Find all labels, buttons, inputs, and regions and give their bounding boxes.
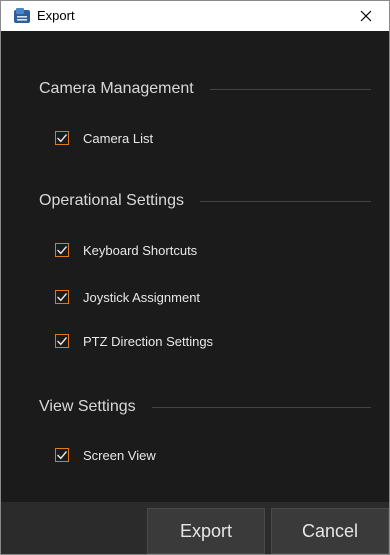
title-bar[interactable]: Export — [1, 1, 389, 31]
section-divider — [199, 200, 371, 202]
section-operational-settings: Operational Settings — [39, 190, 371, 212]
checkbox[interactable] — [55, 243, 69, 257]
checkbox[interactable] — [55, 131, 69, 145]
checkbox[interactable] — [55, 448, 69, 462]
close-button[interactable] — [343, 1, 389, 31]
checkbox-label: Keyboard Shortcuts — [83, 242, 198, 258]
close-icon — [360, 10, 372, 22]
checkbox[interactable] — [55, 290, 69, 304]
check-icon — [57, 451, 68, 460]
checkbox-row-joystick-assignment[interactable]: Joystick Assignment — [55, 287, 200, 307]
export-app-icon — [14, 8, 30, 23]
checkbox-label: Camera List — [83, 130, 154, 146]
export-button[interactable]: Export — [147, 508, 265, 554]
checkbox-row-ptz-direction-settings[interactable]: PTZ Direction Settings — [55, 331, 213, 351]
section-divider — [209, 88, 371, 90]
export-options-panel: Camera Management Camera List Operationa… — [1, 31, 389, 502]
checkbox-label: Joystick Assignment — [83, 289, 201, 305]
check-icon — [57, 134, 68, 143]
checkbox-label: Screen View — [83, 447, 156, 463]
check-icon — [57, 293, 68, 302]
export-dialog: Export Camera Management Camera List Ope… — [0, 0, 390, 555]
checkbox-row-keyboard-shortcuts[interactable]: Keyboard Shortcuts — [55, 240, 197, 260]
checkbox-row-screen-view[interactable]: Screen View — [55, 445, 156, 465]
check-icon — [57, 337, 68, 346]
check-icon — [57, 246, 68, 255]
section-title: Camera Management — [39, 80, 194, 97]
checkbox-label: PTZ Direction Settings — [83, 333, 214, 349]
dialog-footer: Export Cancel — [1, 502, 389, 554]
section-view-settings: View Settings — [39, 396, 371, 418]
checkbox[interactable] — [55, 334, 69, 348]
section-title: View Settings — [39, 398, 136, 415]
section-divider — [151, 406, 371, 408]
checkbox-row-camera-list[interactable]: Camera List — [55, 128, 153, 148]
cancel-button[interactable]: Cancel — [271, 508, 389, 554]
section-camera-management: Camera Management — [39, 78, 371, 100]
dialog-title: Export — [37, 8, 75, 23]
section-title: Operational Settings — [39, 192, 184, 209]
